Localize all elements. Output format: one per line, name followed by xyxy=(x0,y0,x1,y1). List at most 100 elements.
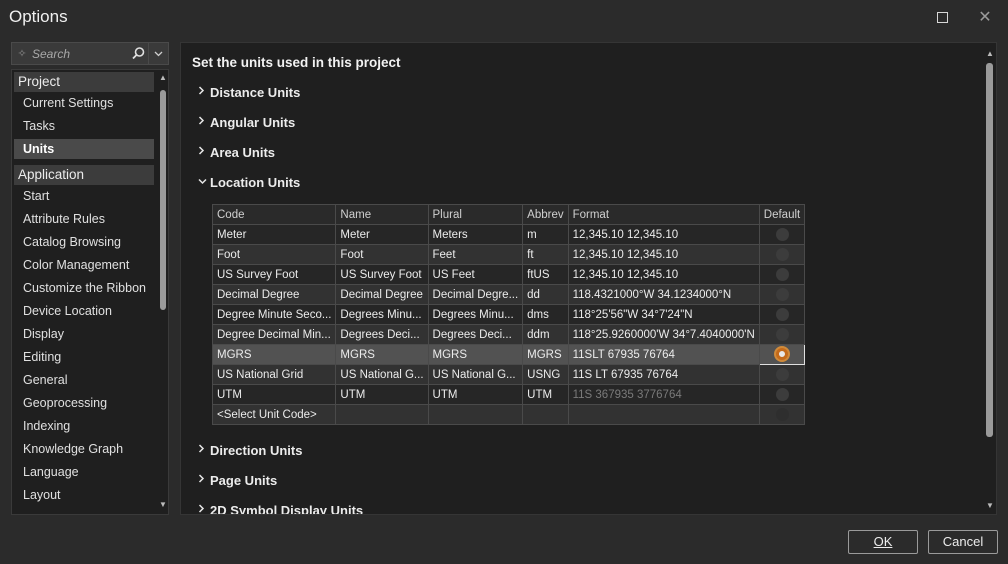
section-angular-units[interactable]: Angular Units xyxy=(198,112,295,132)
cell-format[interactable]: 118°25.9260000'W 34°7.4040000'N xyxy=(567,324,760,345)
cell-plural[interactable]: UTM xyxy=(427,384,524,405)
cell-abbrev[interactable]: UTM xyxy=(522,384,569,405)
cell-name[interactable]: US Survey Foot xyxy=(335,264,429,285)
cell-code[interactable]: Meter xyxy=(211,224,337,245)
cell-code[interactable]: Degree Minute Seco... xyxy=(211,304,337,325)
cell-name[interactable]: MGRS xyxy=(335,344,429,365)
cell-abbrev[interactable]: ft xyxy=(522,244,569,265)
cell-default[interactable] xyxy=(758,304,806,325)
cell-code[interactable]: MGRS xyxy=(211,344,337,365)
table-row[interactable]: Foot Foot Feet ft 12,345.10 12,345.10 xyxy=(211,244,806,265)
nav-item-device-location[interactable]: Device Location xyxy=(14,301,154,321)
nav-item-customize-the-ribbon[interactable]: Customize the Ribbon xyxy=(14,278,154,298)
cell-plural[interactable]: MGRS xyxy=(427,344,524,365)
cell-default[interactable] xyxy=(758,324,806,345)
table-row[interactable]: Degree Decimal Min... Degrees Deci... Degr… xyxy=(211,324,806,345)
cell-default[interactable] xyxy=(758,244,806,265)
default-radio[interactable] xyxy=(775,368,789,381)
close-button[interactable]: ✕ xyxy=(976,8,994,26)
cell-format[interactable]: 12,345.10 12,345.10 xyxy=(567,224,760,245)
cell-format[interactable]: 11S LT 67935 76764 xyxy=(567,364,760,385)
table-row[interactable]: US National Grid US National G... US Natio… xyxy=(211,364,806,385)
section-distance-units[interactable]: Distance Units xyxy=(198,82,300,102)
nav-item-catalog-browsing[interactable]: Catalog Browsing xyxy=(14,232,154,252)
column-header-code[interactable]: Code xyxy=(211,204,337,225)
nav-item-layout[interactable]: Layout xyxy=(14,485,154,505)
search-input[interactable] xyxy=(32,46,128,61)
cell-code[interactable]: US Survey Foot xyxy=(211,264,337,285)
table-row[interactable]: MGRS MGRS MGRS MGRS 11SLT 67935 76764 xyxy=(211,344,806,365)
nav-item-color-management[interactable]: Color Management xyxy=(14,255,154,275)
cell-default[interactable] xyxy=(758,344,806,365)
cell-format[interactable] xyxy=(567,404,760,425)
ok-button[interactable]: OK xyxy=(848,530,918,554)
cell-default[interactable] xyxy=(758,264,806,285)
cell-default[interactable] xyxy=(758,384,806,405)
maximize-button[interactable] xyxy=(933,8,951,26)
cell-format[interactable]: 12,345.10 12,345.10 xyxy=(567,264,760,285)
nav-item-tasks[interactable]: Tasks xyxy=(14,116,154,136)
nav-item-general[interactable]: General xyxy=(14,370,154,390)
cell-format[interactable]: 118.4321000°W 34.1234000°N xyxy=(567,284,760,305)
content-scrollbar[interactable]: ▲ ▼ xyxy=(983,43,996,514)
default-radio[interactable] xyxy=(775,308,789,321)
nav-item-language[interactable]: Language xyxy=(14,462,154,482)
cell-format[interactable]: 12,345.10 12,345.10 xyxy=(567,244,760,265)
cell-abbrev[interactable]: ftUS xyxy=(522,264,569,285)
default-radio[interactable] xyxy=(775,268,789,281)
section-2d-symbol-display-units[interactable]: 2D Symbol Display Units xyxy=(198,500,363,514)
nav-scrollbar[interactable]: ▲ ▼ xyxy=(157,70,168,514)
default-radio[interactable] xyxy=(775,288,789,301)
table-row[interactable]: <Select Unit Code> xyxy=(211,404,806,425)
cell-abbrev[interactable]: USNG xyxy=(522,364,569,385)
cell-abbrev[interactable]: ddm xyxy=(522,324,569,345)
cell-plural[interactable]: US Feet xyxy=(427,264,524,285)
cell-plural[interactable] xyxy=(427,404,524,425)
scrollbar-thumb[interactable] xyxy=(160,90,166,310)
nav-item-attribute-rules[interactable]: Attribute Rules xyxy=(14,209,154,229)
column-header-format[interactable]: Format xyxy=(567,204,760,225)
cell-abbrev[interactable]: MGRS xyxy=(522,344,569,365)
column-header-default[interactable]: Default xyxy=(758,204,806,225)
cell-code[interactable]: US National Grid xyxy=(211,364,337,385)
cell-format[interactable]: 11SLT 67935 76764 xyxy=(567,344,760,365)
cell-abbrev[interactable] xyxy=(522,404,569,425)
cell-default[interactable] xyxy=(758,284,806,305)
cell-plural[interactable]: Feet xyxy=(427,244,524,265)
cell-abbrev[interactable]: m xyxy=(522,224,569,245)
scroll-down-icon[interactable]: ▼ xyxy=(986,501,994,510)
cell-name[interactable]: Meter xyxy=(335,224,429,245)
cell-code[interactable]: UTM xyxy=(211,384,337,405)
table-row[interactable]: Meter Meter Meters m 12,345.10 12,345.10 xyxy=(211,224,806,245)
cell-name[interactable]: Degrees Deci... xyxy=(335,324,429,345)
table-row[interactable]: Decimal Degree Decimal Degree Decimal Degr… xyxy=(211,284,806,305)
nav-item-editing[interactable]: Editing xyxy=(14,347,154,367)
default-radio[interactable] xyxy=(775,248,789,261)
default-radio[interactable] xyxy=(775,408,789,421)
scroll-up-icon[interactable]: ▲ xyxy=(986,49,994,58)
nav-item-knowledge-graph[interactable]: Knowledge Graph xyxy=(14,439,154,459)
cell-name[interactable]: UTM xyxy=(335,384,429,405)
cell-plural[interactable]: Meters xyxy=(427,224,524,245)
nav-item-display[interactable]: Display xyxy=(14,324,154,344)
nav-item-units[interactable]: Units xyxy=(14,139,154,159)
cell-name[interactable]: Decimal Degree xyxy=(335,284,429,305)
section-page-units[interactable]: Page Units xyxy=(198,470,277,490)
scroll-down-icon[interactable]: ▼ xyxy=(159,500,167,509)
column-header-plural[interactable]: Plural xyxy=(427,204,524,225)
cell-code[interactable]: Decimal Degree xyxy=(211,284,337,305)
cell-plural[interactable]: US National G... xyxy=(427,364,524,385)
scrollbar-thumb[interactable] xyxy=(986,63,993,437)
cell-name[interactable]: Degrees Minu... xyxy=(335,304,429,325)
section-area-units[interactable]: Area Units xyxy=(198,142,275,162)
cell-name[interactable] xyxy=(335,404,429,425)
cancel-button[interactable]: Cancel xyxy=(928,530,998,554)
cell-format[interactable]: 11S 367935 3776764 xyxy=(567,384,760,405)
cell-default[interactable] xyxy=(758,364,806,385)
cell-plural[interactable]: Degrees Minu... xyxy=(427,304,524,325)
cell-abbrev[interactable]: dms xyxy=(522,304,569,325)
column-header-abbrev[interactable]: Abbrev xyxy=(522,204,569,225)
nav-item-indexing[interactable]: Indexing xyxy=(14,416,154,436)
cell-code[interactable]: <Select Unit Code> xyxy=(211,404,337,425)
cell-name[interactable]: Foot xyxy=(335,244,429,265)
